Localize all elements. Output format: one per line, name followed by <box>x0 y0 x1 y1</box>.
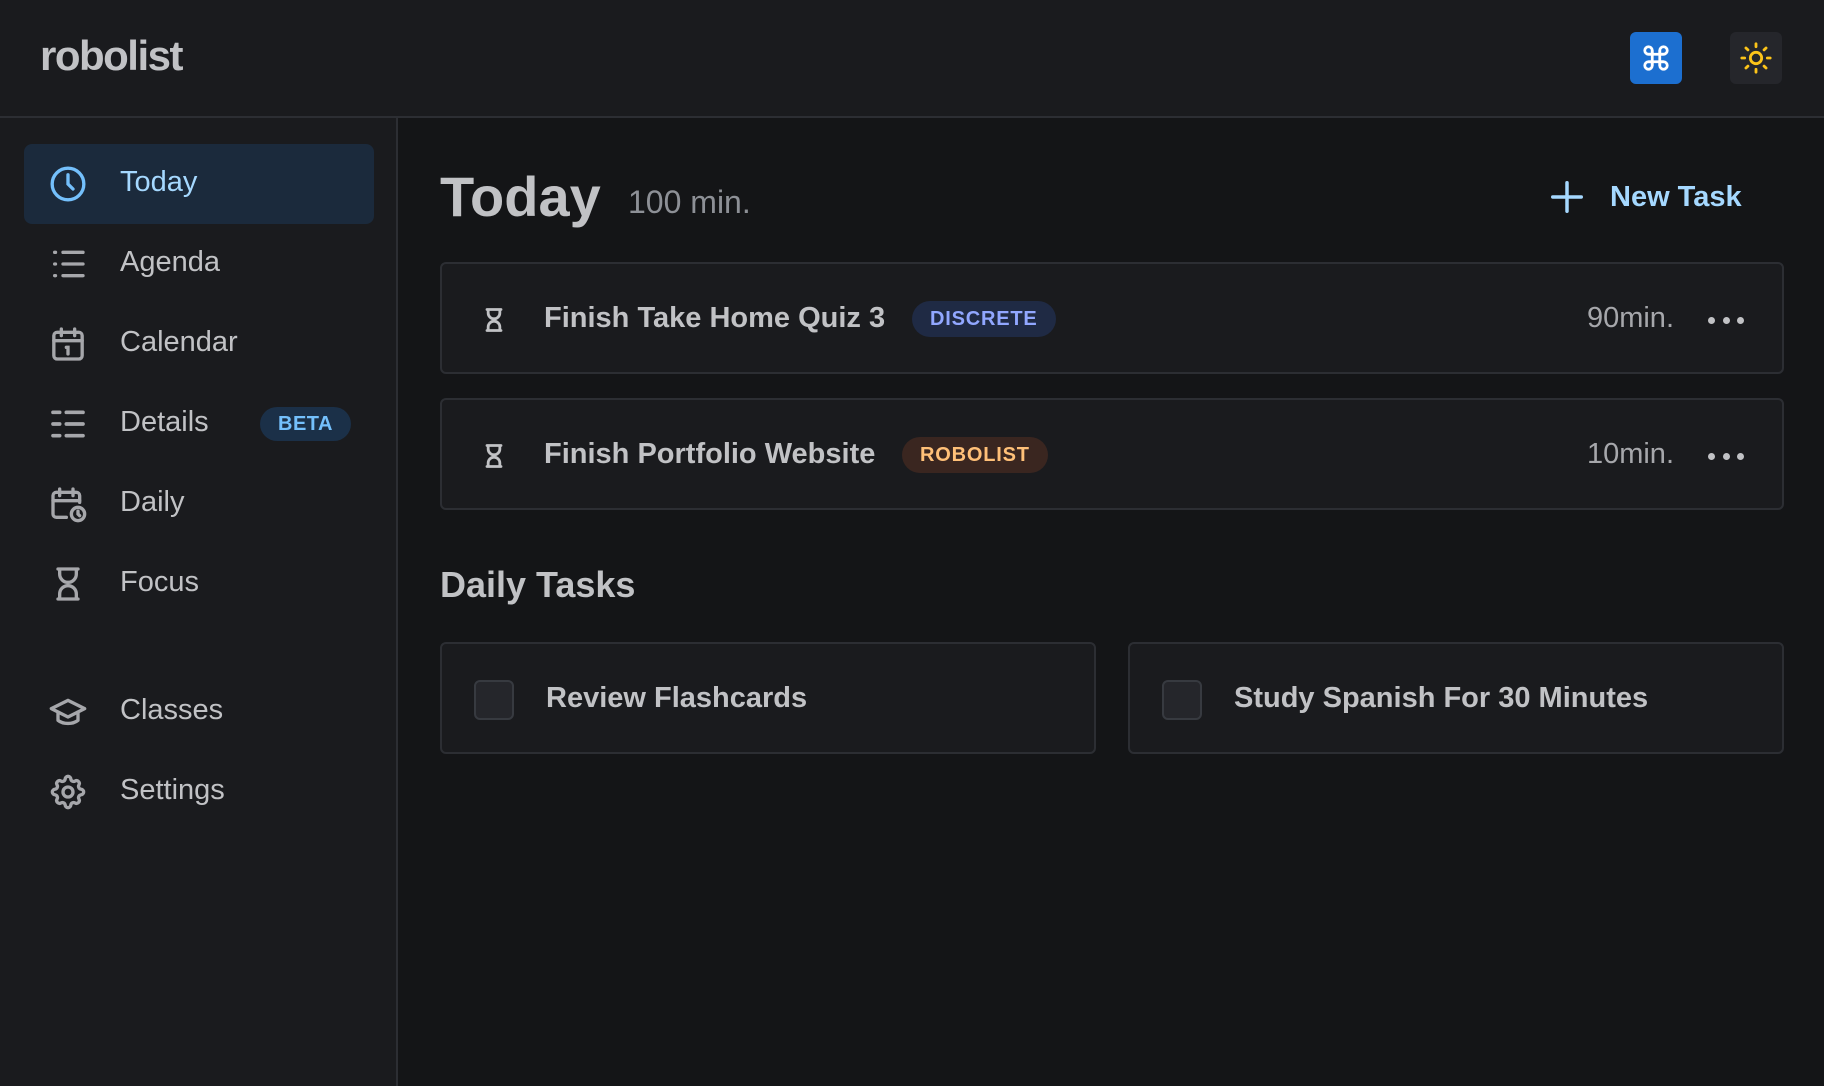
hourglass-icon <box>485 444 503 468</box>
daily-task-checkbox[interactable] <box>1162 680 1202 720</box>
dot <box>1737 452 1744 460</box>
sidebar-item-label: Settings <box>120 774 225 806</box>
daily-task-label: Review Flashcards <box>546 682 808 714</box>
sidebar-item-agenda[interactable]: Agenda <box>24 224 374 304</box>
list-icon <box>48 244 88 284</box>
sidebar-item-label: Classes <box>120 694 224 726</box>
dot <box>1708 452 1715 460</box>
sidebar-item-today[interactable]: Today <box>24 144 374 224</box>
sidebar-item-classes[interactable]: Classes <box>24 672 374 752</box>
dot <box>1722 452 1730 460</box>
daily-task-checkbox[interactable] <box>474 680 514 720</box>
page-title: Today <box>440 165 601 228</box>
calendar-clock-icon <box>48 484 88 524</box>
sun-icon <box>1740 42 1772 74</box>
daily-task-card[interactable]: Study Spanish For 30 Minutes <box>1128 642 1784 754</box>
sidebar-item-label: Details <box>120 406 209 438</box>
command-palette-button[interactable] <box>1630 32 1682 84</box>
new-task-button[interactable]: New Task <box>1548 172 1742 222</box>
hourglass-icon <box>485 308 503 332</box>
daily-tasks-heading: Daily Tasks <box>440 564 636 605</box>
total-time: 100 min. <box>628 184 751 220</box>
task-card[interactable]: Finish Portfolio Website ROBOLIST 10min. <box>440 398 1784 510</box>
sidebar-item-settings[interactable]: Settings <box>24 752 374 832</box>
hourglass-icon <box>48 564 88 604</box>
task-title: Finish Take Home Quiz 3 <box>544 302 886 334</box>
plus-icon <box>1551 181 1583 213</box>
sidebar-item-label: Calendar <box>120 326 238 358</box>
gear-icon <box>48 772 88 812</box>
task-tag: DISCRETE <box>912 301 1056 337</box>
task-menu-button[interactable] <box>1708 304 1744 336</box>
beta-badge: BETA <box>260 407 351 441</box>
task-menu-button[interactable] <box>1708 440 1744 472</box>
task-card[interactable]: Finish Take Home Quiz 3 DISCRETE 90min. <box>440 262 1784 374</box>
dot <box>1722 316 1730 324</box>
sidebar-item-label: Daily <box>120 486 185 518</box>
sidebar-item-focus[interactable]: Focus <box>24 544 374 624</box>
sidebar-item-label: Focus <box>120 566 199 598</box>
sidebar-item-label: Today <box>120 166 198 198</box>
task-duration: 90min. <box>1586 302 1674 334</box>
task-title: Finish Portfolio Website <box>544 438 876 470</box>
sidebar-item-calendar[interactable]: Calendar <box>24 304 374 384</box>
main-content: Today 100 min. New Task Finish Take Home… <box>398 118 1824 1086</box>
daily-task-label: Study Spanish For 30 Minutes <box>1234 682 1649 714</box>
sidebar-item-label: Agenda <box>120 246 220 278</box>
theme-toggle-button[interactable] <box>1730 32 1782 84</box>
new-task-label: New Task <box>1610 180 1742 213</box>
command-icon <box>1643 45 1669 71</box>
sidebar-item-details[interactable]: Details BETA <box>24 384 374 464</box>
dot <box>1737 316 1744 324</box>
task-tag: ROBOLIST <box>902 437 1048 473</box>
details-list-icon <box>48 404 88 444</box>
clock-icon <box>48 164 88 204</box>
task-duration: 10min. <box>1586 438 1674 470</box>
app-logo[interactable]: robolist <box>40 32 184 80</box>
calendar-icon <box>48 324 88 364</box>
sidebar: Today Agenda Calendar Details BETA Daily… <box>0 118 398 1086</box>
daily-task-card[interactable]: Review Flashcards <box>440 642 1096 754</box>
top-bar: robolist <box>0 0 1824 118</box>
sidebar-item-daily[interactable]: Daily <box>24 464 374 544</box>
graduation-cap-icon <box>48 692 88 732</box>
dot <box>1708 316 1715 324</box>
